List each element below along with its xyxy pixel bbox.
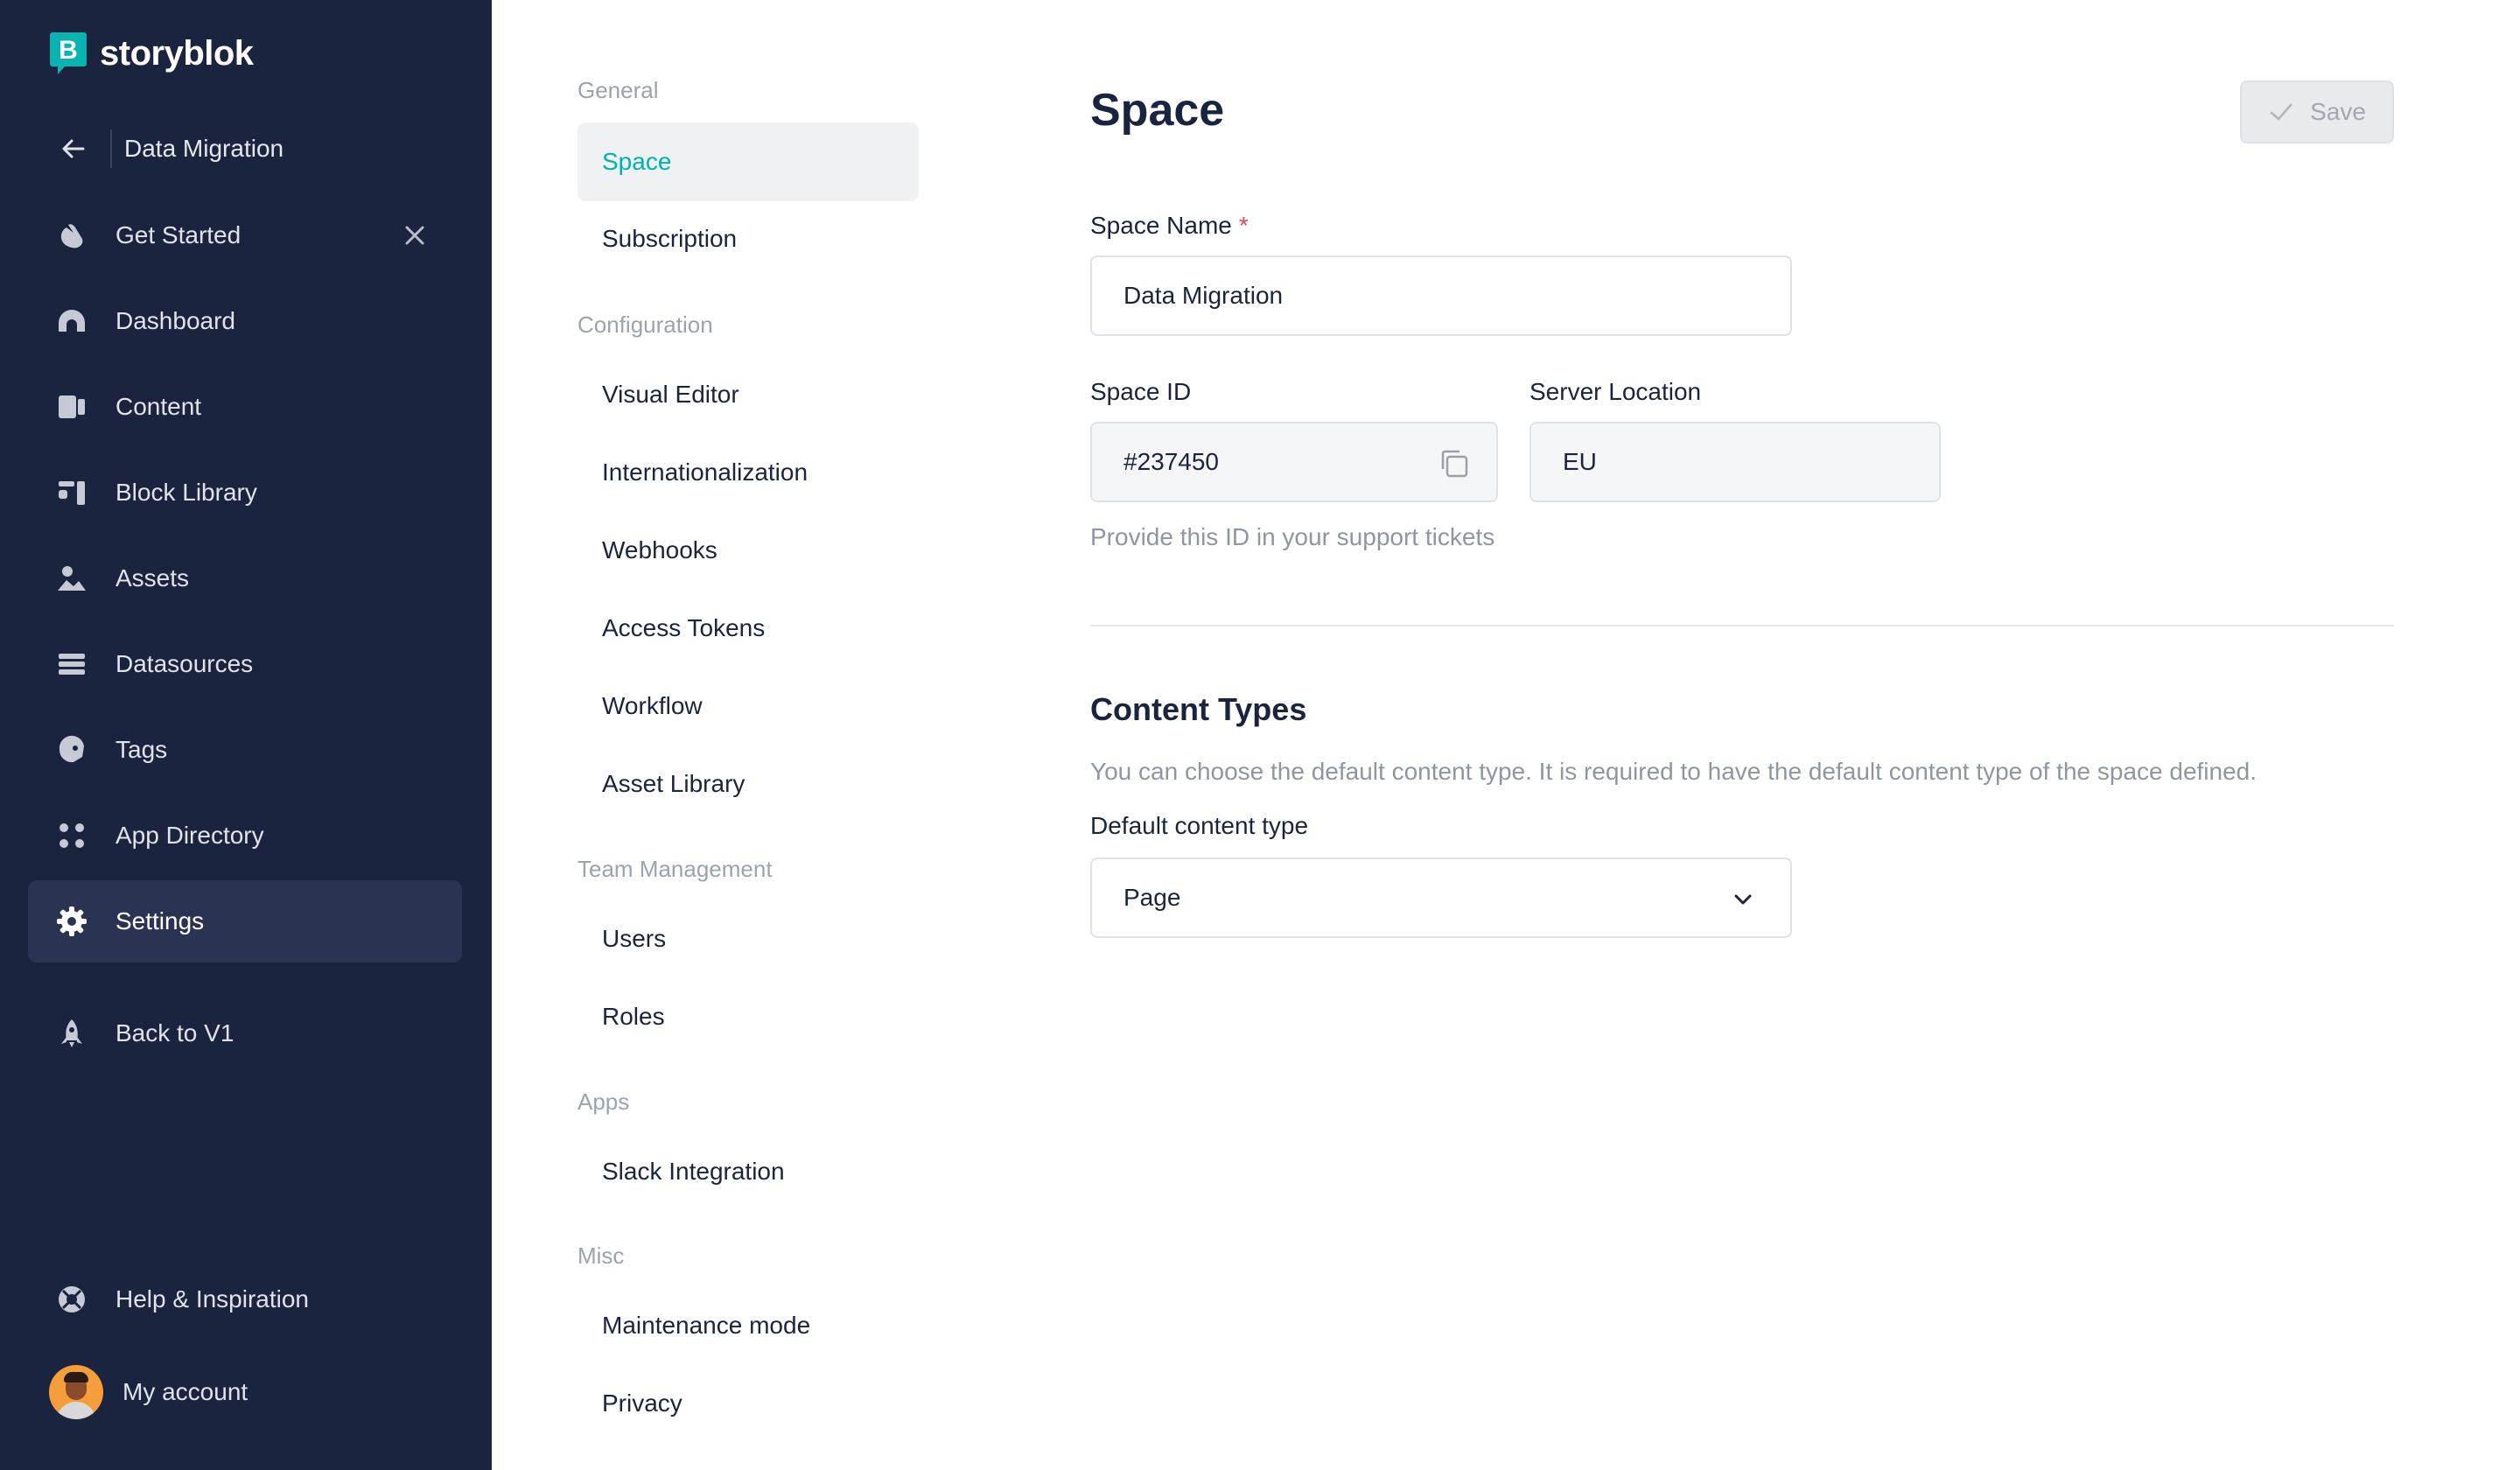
- subnav-section-misc: Misc: [578, 1242, 625, 1269]
- subnav-item-workflow[interactable]: Workflow: [578, 667, 919, 746]
- rocket-icon: [54, 1016, 89, 1051]
- sidebar-item-assets[interactable]: Assets: [28, 537, 462, 620]
- sidebar-item-my-account[interactable]: My account: [28, 1351, 462, 1433]
- subnav-item-access-tokens[interactable]: Access Tokens: [578, 589, 919, 668]
- check-icon: [2268, 99, 2294, 125]
- default-content-type-select[interactable]: Page: [1090, 858, 1792, 938]
- space-name-input[interactable]: Data Migration: [1090, 256, 1792, 336]
- sidebar-item-label: Get Started: [116, 221, 242, 248]
- space-name-label: Space Name *: [1090, 212, 1249, 239]
- sidebar-item-label: Block Library: [116, 479, 257, 506]
- sidebar-item-label: Help & Inspiration: [116, 1285, 310, 1312]
- close-icon[interactable]: [399, 220, 430, 251]
- sidebar-item-app-directory[interactable]: App Directory: [28, 794, 462, 877]
- required-mark: *: [1238, 212, 1249, 239]
- subnav-section-team-management: Team Management: [578, 856, 773, 882]
- subnav-item-asset-library[interactable]: Asset Library: [578, 745, 919, 823]
- sidebar-item-label: Tags: [116, 736, 168, 763]
- default-content-type-label: Default content type: [1090, 812, 1309, 839]
- subnav-section-general: General: [578, 77, 659, 103]
- copy-icon[interactable]: [1438, 448, 1470, 480]
- space-name-value: Data Migration: [1124, 282, 1284, 309]
- subnav-item-subscription[interactable]: Subscription: [578, 200, 919, 278]
- server-location-value: EU: [1563, 448, 1597, 475]
- default-content-type-value: Page: [1124, 884, 1181, 911]
- sidebar-item-label: Content: [116, 393, 202, 420]
- space-id-value: #237450: [1124, 448, 1220, 475]
- content-types-title: Content Types: [1090, 691, 1307, 727]
- subnav-item-webhooks[interactable]: Webhooks: [578, 511, 919, 590]
- subnav-item-visual-editor[interactable]: Visual Editor: [578, 355, 919, 434]
- sidebar-item-help[interactable]: Help & Inspiration: [28, 1258, 462, 1340]
- sidebar-item-label: Datasources: [116, 650, 254, 677]
- divider: [110, 130, 112, 168]
- blocks-icon: [54, 475, 89, 510]
- datasources-icon: [54, 647, 89, 682]
- sidebar-item-get-started[interactable]: Get Started: [28, 194, 462, 276]
- dashboard-gauge-icon: [54, 304, 89, 339]
- brand-name: storyblok: [100, 33, 254, 73]
- section-divider: [1090, 625, 2394, 626]
- content-icon: [54, 389, 89, 424]
- space-id-field: #237450: [1090, 422, 1498, 502]
- hand-wave-icon: [54, 218, 89, 253]
- sidebar-item-settings[interactable]: Settings: [28, 880, 462, 962]
- storyblok-logo-icon: B: [50, 32, 87, 74]
- subnav-item-internationalization[interactable]: Internationalization: [578, 433, 919, 512]
- sidebar-item-datasources[interactable]: Datasources: [28, 623, 462, 705]
- space-id-hint: Provide this ID in your support tickets: [1090, 523, 1495, 550]
- avatar: [49, 1365, 103, 1419]
- sidebar: B storyblok Data Migration Get Started D…: [0, 0, 492, 1470]
- sidebar-item-label: Back to V1: [116, 1019, 234, 1046]
- subnav-item-roles[interactable]: Roles: [578, 977, 919, 1056]
- subnav-item-slack-integration[interactable]: Slack Integration: [578, 1132, 919, 1211]
- subnav-item-users[interactable]: Users: [578, 900, 919, 978]
- storyblok-logo[interactable]: B storyblok: [49, 30, 254, 77]
- subnav-section-configuration: Configuration: [578, 312, 713, 338]
- save-label: Save: [2310, 98, 2366, 125]
- sidebar-item-tags[interactable]: Tags: [28, 709, 462, 791]
- back-arrow-icon[interactable]: [49, 124, 98, 173]
- svg-text:B: B: [59, 36, 78, 65]
- content-types-description: You can choose the default content type.…: [1090, 758, 2258, 785]
- server-location-label: Server Location: [1530, 378, 1702, 405]
- tag-icon: [54, 732, 89, 767]
- page-title: Space: [1090, 85, 1225, 136]
- subnav-item-maintenance-mode[interactable]: Maintenance mode: [578, 1286, 919, 1365]
- subnav-item-privacy[interactable]: Privacy: [578, 1364, 919, 1443]
- apps-grid-icon: [54, 818, 89, 853]
- sidebar-item-label: Assets: [116, 564, 190, 592]
- chevron-down-icon: [1731, 887, 1755, 912]
- sidebar-item-label: Settings: [116, 907, 205, 934]
- save-button[interactable]: Save: [2240, 80, 2394, 144]
- sidebar-item-label: App Directory: [116, 822, 264, 849]
- space-id-label: Space ID: [1090, 378, 1192, 405]
- sidebar-item-label: My account: [122, 1378, 248, 1405]
- image-icon: [54, 561, 89, 596]
- sidebar-item-content[interactable]: Content: [28, 366, 462, 448]
- sidebar-item-label: Dashboard: [116, 307, 235, 334]
- current-space: Data Migration: [49, 124, 284, 173]
- sidebar-item-back-to-v1[interactable]: Back to V1: [28, 992, 462, 1074]
- subnav-section-apps: Apps: [578, 1088, 630, 1115]
- gear-icon: [54, 904, 89, 939]
- space-name: Data Migration: [124, 135, 284, 162]
- server-location-field: EU: [1530, 422, 1941, 502]
- lifebuoy-icon: [54, 1282, 89, 1317]
- sidebar-item-block-library[interactable]: Block Library: [28, 452, 462, 534]
- sidebar-item-dashboard[interactable]: Dashboard: [28, 280, 462, 362]
- subnav-item-space[interactable]: Space: [578, 122, 919, 201]
